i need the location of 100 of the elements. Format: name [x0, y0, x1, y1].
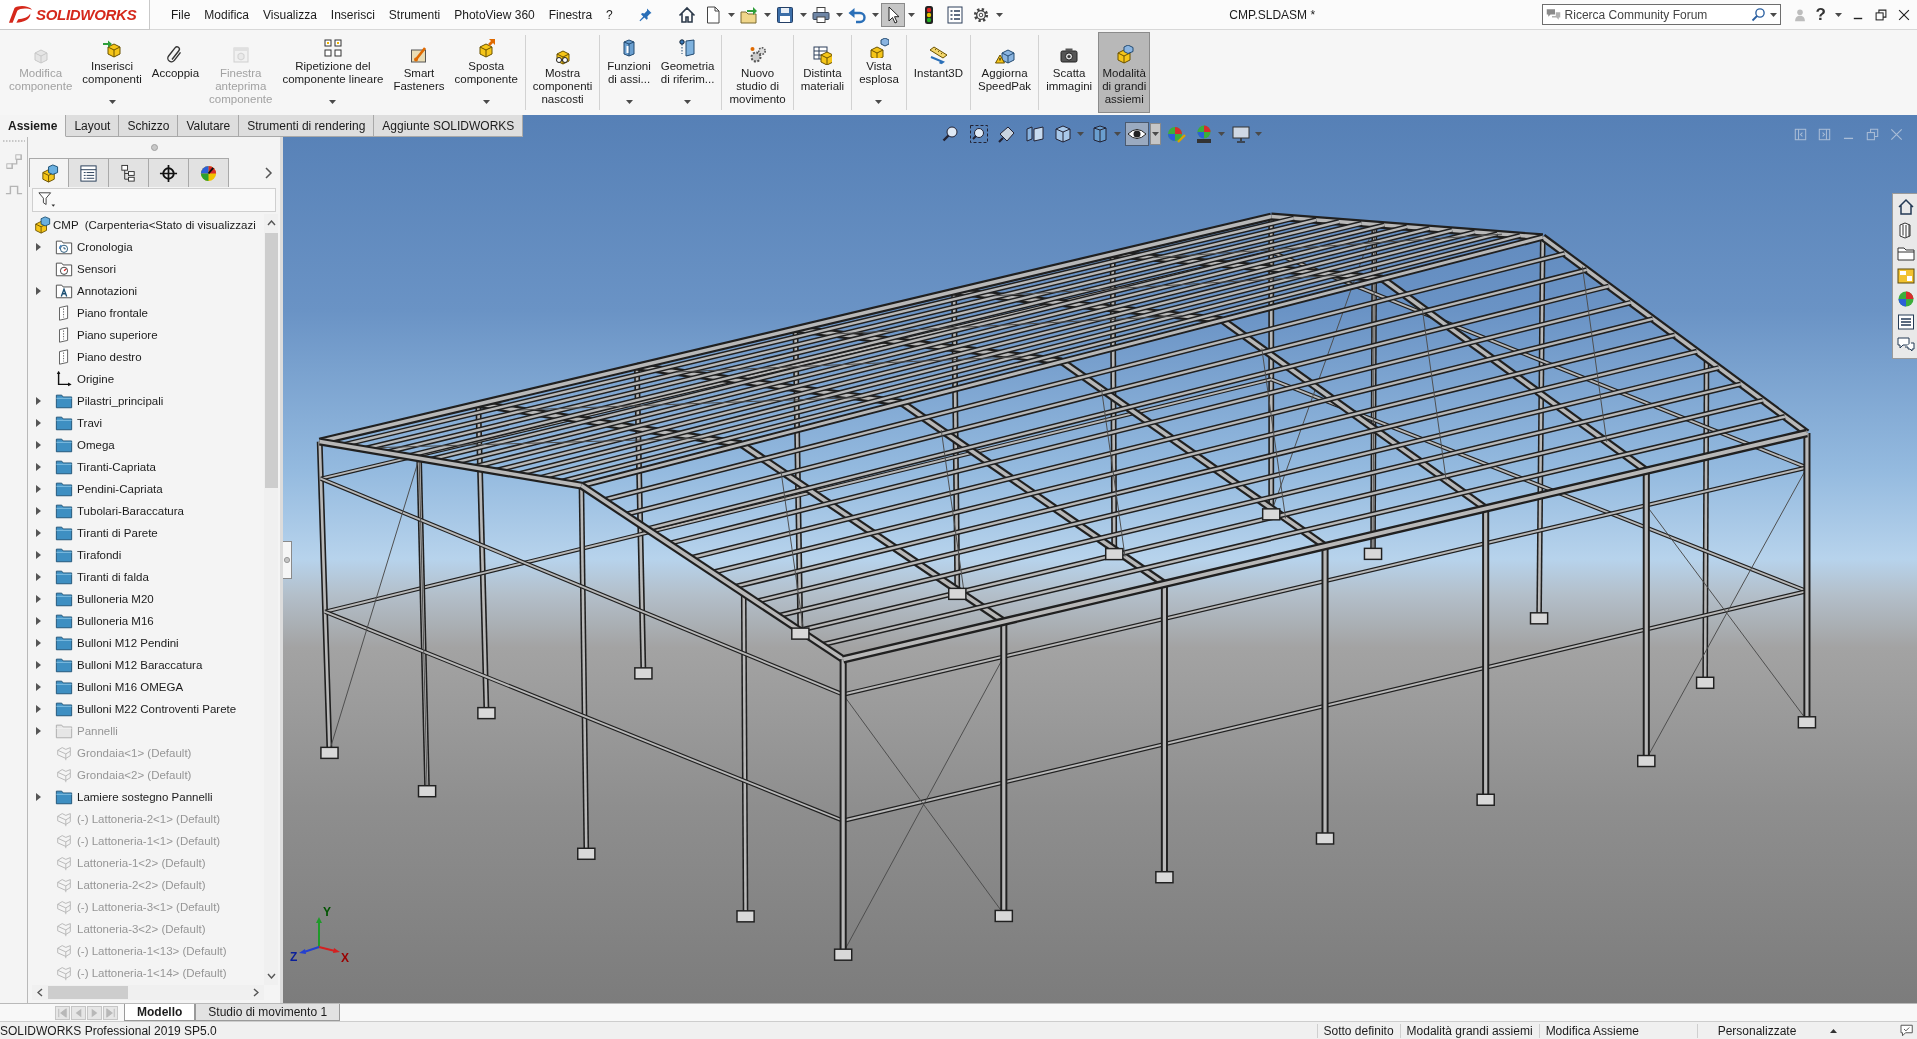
- expander-icon[interactable]: [36, 727, 41, 735]
- search-icon[interactable]: [1750, 7, 1766, 22]
- command-tab[interactable]: Strumenti di rendering: [239, 115, 375, 137]
- ribbon-button[interactable]: Distinta materiali: [796, 32, 849, 113]
- expander-icon[interactable]: [36, 617, 41, 625]
- expander-icon[interactable]: [36, 397, 41, 405]
- menu-item[interactable]: Visualizza: [256, 4, 324, 25]
- tree-item[interactable]: Omega: [77, 439, 115, 451]
- units-selector[interactable]: Personalizzate: [1697, 1023, 1816, 1038]
- close-icon[interactable]: [1897, 7, 1911, 22]
- chart-board-icon[interactable]: [1896, 266, 1916, 286]
- expander-icon[interactable]: [36, 595, 41, 603]
- caret-icon[interactable]: [1835, 12, 1842, 17]
- eye-icon[interactable]: [1124, 122, 1149, 146]
- tree-item[interactable]: Piano destro: [77, 351, 142, 363]
- tree-item[interactable]: Piano superiore: [77, 329, 158, 341]
- menu-item[interactable]: ?: [599, 4, 620, 25]
- ribbon-button[interactable]: Smart Fasteners: [389, 32, 449, 113]
- menu-item[interactable]: Strumenti: [381, 4, 448, 25]
- panel-tab[interactable]: [149, 158, 189, 187]
- command-tab[interactable]: Aggiunte SOLIDWORKS: [374, 115, 524, 137]
- ribbon-button[interactable]: Scatta immagini: [1042, 32, 1097, 113]
- expander-icon[interactable]: [36, 573, 41, 581]
- caret-icon[interactable]: [329, 100, 337, 104]
- tree-item[interactable]: Tirafondi: [77, 549, 122, 561]
- tree-item[interactable]: Pendini-Capriata: [77, 483, 163, 495]
- expander-icon[interactable]: [36, 639, 41, 647]
- command-tab[interactable]: Layout: [66, 115, 120, 137]
- caret-icon[interactable]: [108, 100, 116, 104]
- menu-item[interactable]: Finestra: [541, 4, 600, 25]
- tree-item[interactable]: Annotazioni: [77, 285, 138, 297]
- expander-icon[interactable]: [36, 485, 41, 493]
- ribbon-button[interactable]: Instant3D: [909, 32, 968, 113]
- ribbon-button[interactable]: Geometria di riferim...: [656, 32, 719, 113]
- command-tab[interactable]: Schizzo: [119, 115, 179, 137]
- caret-icon[interactable]: [684, 100, 692, 104]
- caret-icon[interactable]: [835, 12, 843, 17]
- command-tab[interactable]: Valutare: [178, 115, 240, 137]
- expander-icon[interactable]: [36, 441, 41, 449]
- tree-item[interactable]: Tubolari-Baraccatura: [77, 505, 184, 517]
- tree-item[interactable]: Bulloneria M20: [77, 593, 154, 605]
- ribbon-button[interactable]: Aggiorna SpeedPak: [974, 32, 1036, 113]
- vertical-scrollbar[interactable]: [264, 214, 278, 985]
- filter-field[interactable]: [32, 188, 276, 212]
- scrollbar-thumb[interactable]: [48, 986, 128, 999]
- caret-icon[interactable]: [482, 100, 490, 104]
- grip-dots-icon[interactable]: [1, 139, 26, 143]
- expander-icon[interactable]: [36, 661, 41, 669]
- horizontal-scrollbar[interactable]: [32, 985, 264, 1000]
- ribbon-button[interactable]: Vista esplosa: [855, 32, 903, 113]
- tree-item[interactable]: Tiranti di Parete: [77, 527, 158, 539]
- pin-icon[interactable]: [637, 7, 653, 22]
- ribbon-button[interactable]: Accoppia: [147, 32, 204, 113]
- ribbon-button[interactable]: Ripetizione del componente lineare: [278, 32, 388, 113]
- chevron-left-icon[interactable]: [37, 988, 43, 997]
- menu-item[interactable]: PhotoView 360: [447, 4, 542, 25]
- tree-item[interactable]: Piano frontale: [77, 307, 148, 319]
- chevron-down-icon[interactable]: [266, 973, 276, 979]
- tree-item[interactable]: Tiranti di falda: [77, 571, 149, 583]
- tree-item[interactable]: Tiranti-Capriata: [77, 461, 156, 473]
- tree-item[interactable]: Origine: [77, 373, 115, 385]
- home-icon[interactable]: [1896, 197, 1916, 217]
- expander-icon[interactable]: [36, 419, 41, 427]
- menu-item[interactable]: Modifica: [197, 4, 257, 25]
- caret-icon[interactable]: [763, 12, 771, 17]
- scrollbar-thumb[interactable]: [264, 233, 278, 488]
- caret-icon[interactable]: [799, 12, 807, 17]
- message-icon[interactable]: [1899, 1023, 1915, 1038]
- caret-icon[interactable]: [625, 100, 633, 104]
- ribbon-button[interactable]: Nuovo studio di movimento: [725, 32, 790, 113]
- tree-item[interactable]: Bulloneria M16: [77, 615, 154, 627]
- tree-item[interactable]: Sensori: [77, 263, 116, 275]
- tree-item[interactable]: Pilastri_principali: [77, 395, 164, 407]
- caret-up-icon[interactable]: [1830, 1028, 1837, 1033]
- panel-tab[interactable]: [109, 158, 149, 187]
- expander-icon[interactable]: [36, 529, 41, 537]
- chevron-right-icon[interactable]: [253, 988, 259, 997]
- tree-item[interactable]: Bulloni M12 Baraccatura: [77, 659, 203, 671]
- tree-item[interactable]: Bulloni M12 Pendini: [77, 637, 179, 649]
- expander-icon[interactable]: [36, 705, 41, 713]
- menu-item[interactable]: File: [164, 4, 198, 25]
- color-ball-icon[interactable]: [1896, 289, 1916, 309]
- expander-icon[interactable]: [36, 243, 41, 251]
- search-field[interactable]: Ricerca Community Forum: [1541, 4, 1781, 25]
- caret-icon[interactable]: [871, 12, 879, 17]
- model-tab[interactable]: Studio di movimento 1: [195, 1004, 341, 1021]
- ribbon-button[interactable]: Inserisci componenti: [78, 32, 146, 113]
- chevron-up-icon[interactable]: [266, 220, 276, 226]
- ribbon-button[interactable]: Mostra componenti nascosti: [528, 32, 597, 113]
- cursor-icon[interactable]: [880, 2, 905, 27]
- panel-toggle-handle[interactable]: [283, 541, 292, 580]
- caret-icon[interactable]: [1150, 124, 1160, 144]
- ribbon-button[interactable]: Modalità di grandi assiemi: [1098, 32, 1151, 113]
- tree-item[interactable]: Lamiere sostegno Pannelli: [77, 791, 213, 803]
- model-tab[interactable]: Modello: [124, 1004, 196, 1021]
- tree-item[interactable]: Bulloni M22 Controventi Parete: [77, 703, 237, 715]
- expander-icon[interactable]: [36, 463, 41, 471]
- menu-item[interactable]: Inserisci: [323, 4, 382, 25]
- expander-icon[interactable]: [36, 683, 41, 691]
- expander-icon[interactable]: [36, 287, 41, 295]
